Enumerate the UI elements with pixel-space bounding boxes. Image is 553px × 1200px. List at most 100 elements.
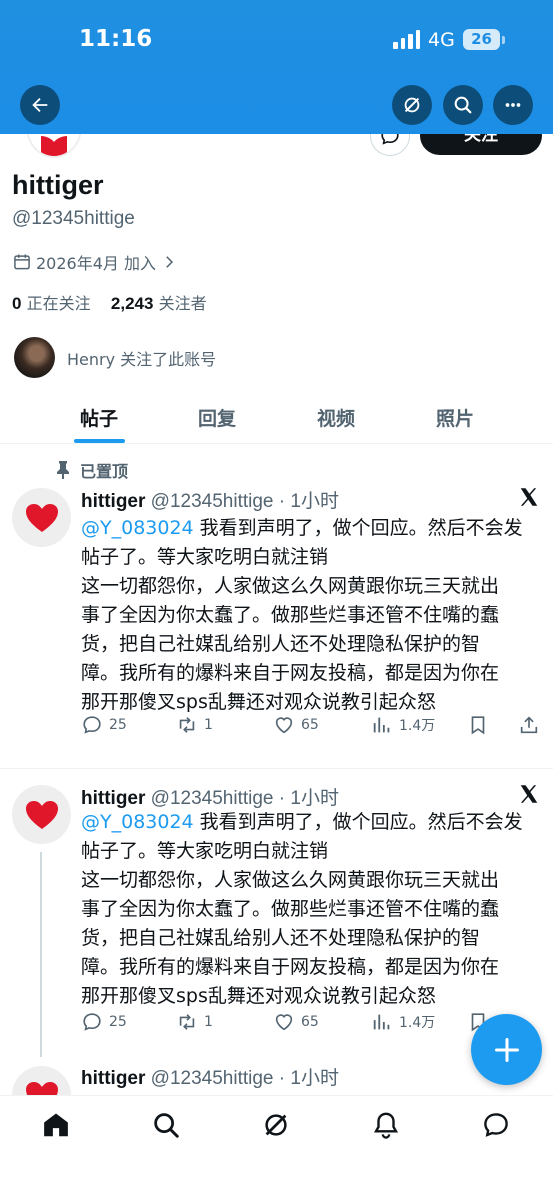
following-count: 0 [12,294,22,313]
bookmark-icon [471,716,485,735]
active-tab-indicator [74,439,125,443]
pin-icon [57,461,69,479]
reply-icon [83,716,101,734]
following-link[interactable]: 0 正在关注 [12,294,91,313]
profile-tabs: 帖子 回复 视频 照片 [0,390,553,444]
nav-grok[interactable] [261,1110,291,1140]
x-logo-icon [520,785,538,803]
repost-count: 1 [204,1014,213,1030]
battery-icon: 26 [463,29,500,50]
chevron-right-icon [166,256,174,268]
post-author-name[interactable]: hittiger [81,491,145,512]
post-text-line: 帖子了。等大家吃明白就注销 [81,546,329,568]
tab-photos[interactable]: 照片 [436,404,474,431]
post-text-line: 这一切都怨你，人家做这么久网黄跟你玩三天就出 [81,869,500,891]
views-icon [373,717,390,733]
reply-icon [83,1013,101,1031]
post-handle-time: @12345hittige · 1小时 [150,1068,339,1089]
post-text-line: @Y_083024 我看到声明了，做个回应。然后不会发 [81,808,546,837]
repost-button[interactable]: 1 [176,714,213,736]
heart-icon [25,503,58,532]
post-text: @Y_083024 我看到声明了，做个回应。然后不会发 帖子了。等大家吃明白就注… [81,808,546,1011]
nav-search[interactable] [151,1110,181,1140]
followed-by-note[interactable]: Henry 关注了此账号 [14,337,216,378]
pinned-label: 已置顶 [56,458,128,482]
signal-icon [393,30,420,49]
thread-line [40,852,42,1057]
search-button[interactable] [443,85,483,125]
like-icon [275,717,293,734]
repost-button[interactable]: 1 [176,1011,213,1033]
post-handle-time: @12345hittige · 1小时 [150,788,339,809]
messages-icon [484,1113,508,1137]
post-divider [0,768,553,769]
notifications-icon [373,1112,399,1139]
post-text-line: 障。我所有的爆料来自于网友投稿，都是因为你在 [81,662,500,684]
post-avatar[interactable] [12,785,71,844]
nav-notifications[interactable] [371,1110,401,1140]
grok-icon [265,1114,287,1136]
reply-count: 25 [109,717,127,733]
tab-posts[interactable]: 帖子 [80,404,118,431]
post-text-line: 那开那傻叉sps乱舞还对观众说教引起众怒 [81,691,436,713]
post-author-name[interactable]: hittiger [81,1068,145,1089]
post-text-line: 事了全因为你太蠢了。做那些烂事还管不住嘴的蠢 [81,604,500,626]
tab-videos[interactable]: 视频 [317,404,355,431]
more-icon [505,103,521,107]
search-icon [154,1113,179,1138]
reply-button[interactable]: 25 [81,1011,127,1033]
post-text-line: 事了全因为你太蠢了。做那些烂事还管不住嘴的蠢 [81,898,500,920]
followers-link[interactable]: 2,243 关注者 [111,294,207,313]
like-button[interactable]: 65 [273,1011,319,1033]
post-actions: 25 1 65 1.4万 [81,714,546,738]
status-time: 11:16 [79,26,153,52]
more-button[interactable] [493,85,533,125]
grok-button[interactable] [392,85,432,125]
post-text: @Y_083024 我看到声明了，做个回应。然后不会发 帖子了。等大家吃明白就注… [81,514,546,717]
battery-tip [502,36,505,44]
profile-name: hittiger [12,170,104,200]
calendar-icon [14,254,30,270]
grok-icon [404,97,420,113]
bookmark-button[interactable] [467,714,489,736]
views-count: 1.4万 [399,1015,436,1031]
repost-count: 1 [204,717,213,733]
views-button[interactable]: 1.4万 [371,1011,435,1033]
joined-date[interactable]: 2026年4月 加入 [12,250,178,274]
back-arrow-icon [32,97,48,113]
pinned-text: 已置顶 [80,462,129,481]
heart-avatar-icon [41,136,67,156]
compose-button[interactable] [471,1014,542,1085]
like-button[interactable]: 65 [273,714,319,736]
post-text-line: 帖子了。等大家吃明白就注销 [81,840,329,862]
views-button[interactable]: 1.4万 [371,714,435,736]
network-type: 4G [428,29,455,51]
nav-home[interactable] [41,1110,71,1140]
heart-icon [25,800,58,829]
post-header: hittiger @12345hittige · 1小时 [81,783,339,810]
share-button[interactable] [518,714,540,736]
repost-icon [179,717,195,733]
joined-text: 2026年4月 加入 [36,254,156,273]
x-logo-icon [520,488,538,506]
back-button[interactable] [20,85,60,125]
post-mention[interactable]: @Y_083024 [81,811,194,833]
post-mention[interactable]: @Y_083024 [81,517,194,539]
follow-counts: 0 正在关注 2,243 关注者 [12,290,207,314]
post-text-first: 我看到声明了，做个回应。然后不会发 [193,517,523,539]
reply-button[interactable]: 25 [81,714,127,736]
home-icon [44,1113,68,1137]
post-author-name[interactable]: hittiger [81,788,145,809]
post-handle-time: @12345hittige · 1小时 [150,491,339,512]
like-icon [275,1014,293,1031]
post-avatar[interactable] [12,488,71,547]
nav-messages[interactable] [481,1110,511,1140]
post-text-line: 那开那傻叉sps乱舞还对观众说教引起众怒 [81,985,436,1007]
repost-icon [179,1014,195,1030]
views-icon [373,1014,390,1030]
bottom-nav [0,1095,553,1200]
like-count: 65 [301,1014,319,1030]
tab-replies[interactable]: 回复 [198,404,236,431]
plus-icon [494,1037,519,1062]
following-label: 正在关注 [26,294,91,313]
